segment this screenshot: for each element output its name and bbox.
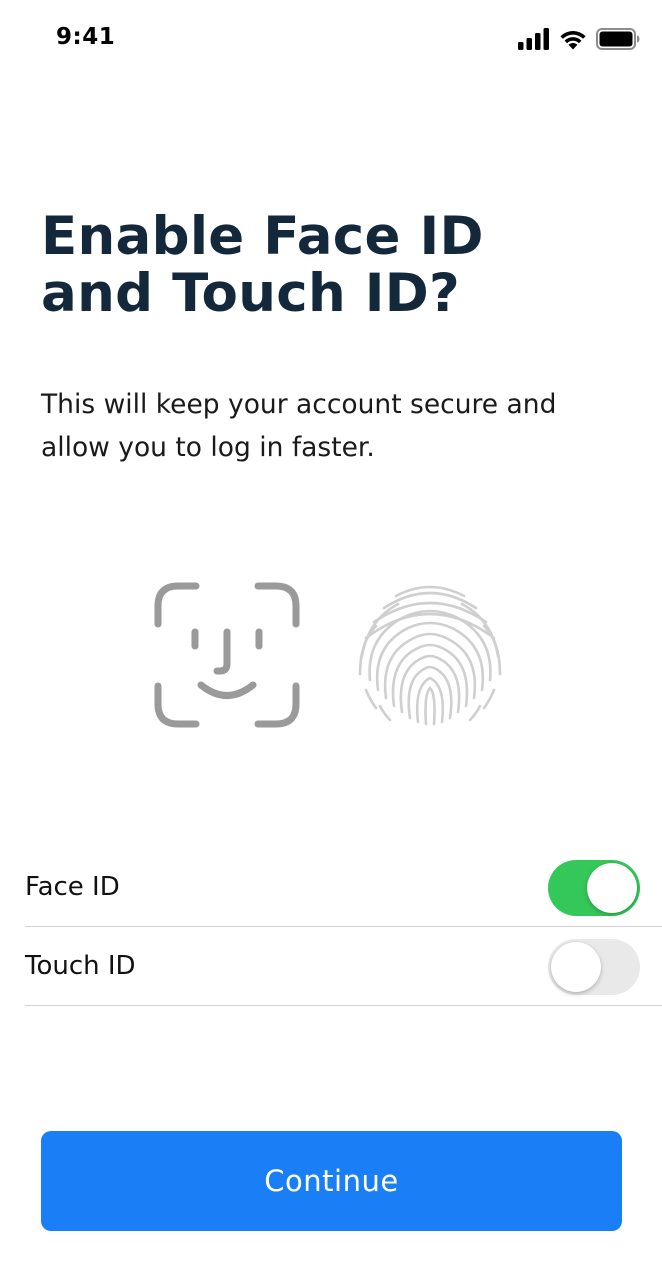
toggle-knob xyxy=(587,863,637,913)
face-id-icon xyxy=(154,582,300,728)
cellular-signal-icon xyxy=(518,28,550,50)
setting-label-touch-id: Touch ID xyxy=(25,951,136,981)
wifi-icon xyxy=(558,28,588,50)
touch-id-toggle[interactable] xyxy=(548,939,640,995)
status-time: 9:41 xyxy=(56,24,116,50)
page-title: Enable Face ID and Touch ID? xyxy=(41,208,631,322)
page-title-line-2: and Touch ID? xyxy=(41,263,461,324)
battery-icon xyxy=(596,28,640,50)
page-subtitle-line-2: allow you to log in faster. xyxy=(41,432,375,463)
face-id-toggle[interactable] xyxy=(548,860,640,916)
toggle-knob xyxy=(551,942,601,992)
page-subtitle-line-1: This will keep your account secure and xyxy=(41,389,557,420)
continue-button[interactable]: Continue xyxy=(41,1131,622,1231)
page-title-line-1: Enable Face ID xyxy=(41,206,484,267)
setting-row-touch-id: Touch ID xyxy=(25,927,662,1006)
biometric-settings-list: Face ID Touch ID xyxy=(25,848,662,1006)
status-icons xyxy=(518,27,640,51)
touch-id-icon xyxy=(356,582,504,726)
setting-label-face-id: Face ID xyxy=(25,872,120,902)
page-subtitle: This will keep your account secure and a… xyxy=(41,383,641,469)
setting-row-face-id: Face ID xyxy=(25,848,662,927)
status-bar: 9:41 xyxy=(0,0,662,80)
